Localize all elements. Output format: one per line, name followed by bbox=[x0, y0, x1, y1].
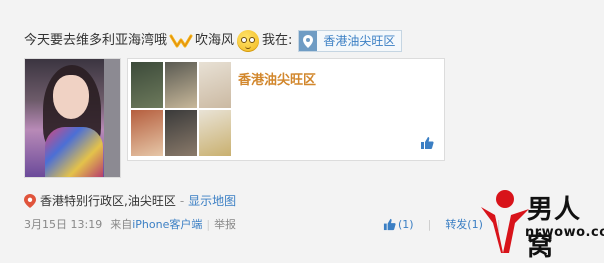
post-text-part2: 吹海风 bbox=[195, 33, 235, 48]
location-line: 香港特别行政区,油尖旺区 - 显示地图 bbox=[24, 192, 236, 209]
post-source-prefix: 来自 bbox=[110, 218, 133, 231]
thumbs-up-icon[interactable] bbox=[420, 136, 434, 150]
place-thumbnail bbox=[131, 62, 163, 108]
place-thumbnail bbox=[165, 110, 197, 156]
show-map-link[interactable]: 显示地图 bbox=[188, 192, 236, 209]
place-card-title[interactable]: 香港油尖旺区 bbox=[238, 69, 316, 88]
location-separator: - bbox=[179, 193, 185, 208]
like-count[interactable]: (1) bbox=[398, 218, 414, 231]
location-tag-label: 香港油尖旺区 bbox=[323, 34, 396, 48]
post-text: 今天要去维多利亚海湾哦 吹海风 我在: 香港油尖旺区 bbox=[24, 30, 403, 52]
dizzy-face-emoji-icon bbox=[237, 30, 260, 52]
like-icon[interactable] bbox=[383, 218, 396, 231]
post-source: 来自iPhone客户端 bbox=[110, 216, 202, 232]
map-pin-icon bbox=[24, 193, 36, 208]
location-address: 香港特别行政区,油尖旺区 bbox=[40, 194, 176, 208]
location-tag[interactable]: 香港油尖旺区 bbox=[298, 30, 403, 52]
post-meta: 3月15日 13:19 来自iPhone客户端 | 举报 bbox=[24, 216, 236, 232]
place-thumbnail bbox=[199, 110, 231, 156]
place-thumbnails bbox=[131, 62, 232, 157]
place-thumbnail bbox=[199, 62, 231, 108]
report-link[interactable]: 举报 bbox=[214, 216, 236, 232]
checkin-label: 我在: bbox=[262, 33, 293, 48]
location-pin-icon bbox=[299, 31, 318, 51]
place-card[interactable]: 香港油尖旺区 bbox=[127, 58, 445, 161]
watermark-url: nrwowo.com bbox=[525, 225, 604, 240]
post-photo[interactable] bbox=[24, 58, 121, 178]
victory-emoji-icon bbox=[169, 34, 193, 48]
place-thumbnail bbox=[165, 62, 197, 108]
post-timestamp[interactable]: 3月15日 13:19 bbox=[24, 216, 102, 232]
post-text-part1: 今天要去维多利亚海湾哦 bbox=[24, 33, 168, 48]
post-source-app-link[interactable]: iPhone客户端 bbox=[132, 218, 202, 231]
site-watermark: 男人窝 nrwowo.com bbox=[475, 185, 604, 262]
meta-separator: | bbox=[206, 217, 211, 231]
place-thumbnail bbox=[131, 110, 163, 156]
watermark-logo-icon bbox=[481, 190, 529, 253]
actions-separator: | bbox=[427, 217, 432, 231]
